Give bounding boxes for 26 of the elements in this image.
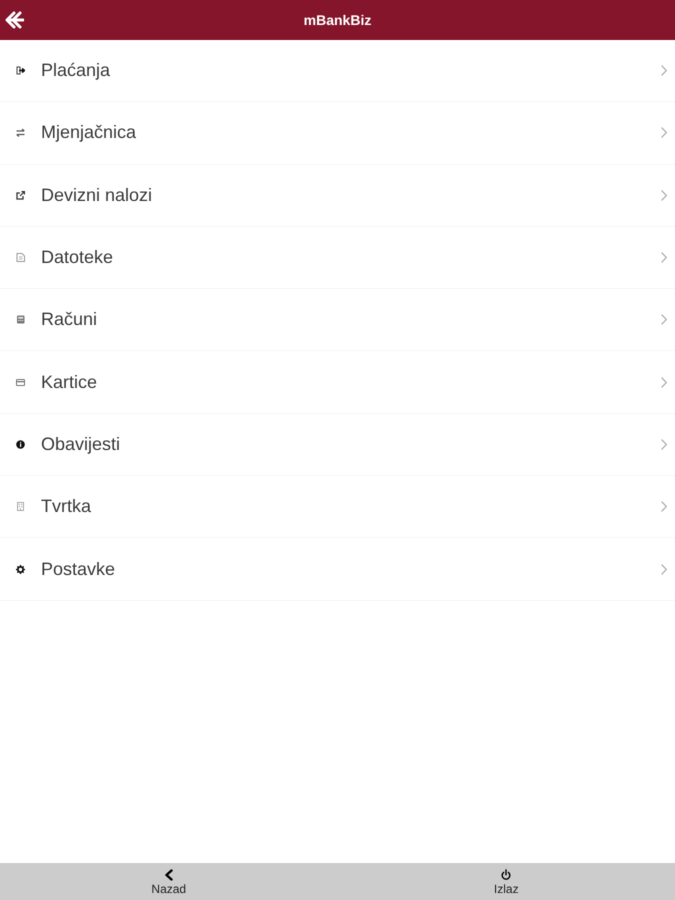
chevron-right-icon (661, 190, 667, 201)
settings-icon (16, 564, 25, 574)
menu-item[interactable]: Devizni nalozi (0, 164, 675, 227)
chevron-right-icon (661, 501, 667, 512)
app-title: mBankBiz (304, 10, 372, 30)
file-icon (16, 253, 25, 262)
chevron-left-icon (162, 868, 175, 881)
login-icon (16, 66, 25, 76)
exit-button[interactable]: Izlaz (338, 863, 675, 900)
chevron-right-icon (661, 65, 667, 76)
back-nav-button[interactable]: Nazad (0, 863, 338, 900)
chevron-right-icon (661, 314, 667, 326)
exchange-icon (16, 128, 25, 138)
back-arrow-icon (5, 11, 24, 29)
chevron-right-icon (661, 127, 667, 138)
power-icon (500, 868, 512, 881)
building-icon (16, 502, 25, 512)
calculator-icon (16, 315, 25, 324)
chevron-right-icon (661, 376, 667, 388)
chevron-right-icon (661, 438, 667, 450)
chevron-right-icon (661, 252, 667, 264)
back-button[interactable] (5, 11, 24, 29)
info-icon (16, 440, 25, 449)
external-link-icon (16, 190, 25, 200)
chevron-right-icon (661, 564, 667, 575)
credit-card-icon (16, 378, 25, 387)
